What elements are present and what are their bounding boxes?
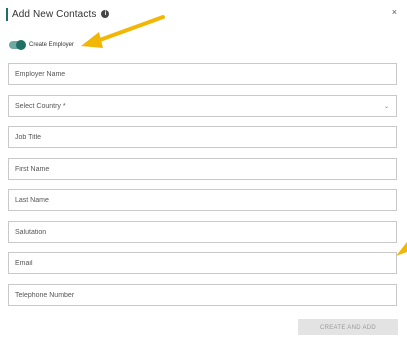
telephone-input[interactable] xyxy=(15,285,396,305)
create-and-add-button[interactable]: CREATE AND ADD xyxy=(298,319,398,335)
email-field[interactable] xyxy=(8,252,397,274)
first-name-field[interactable] xyxy=(8,158,397,180)
select-country-label: Select Country * xyxy=(15,102,66,110)
create-employer-label: Create Employer xyxy=(29,42,75,48)
create-employer-toggle[interactable] xyxy=(9,40,26,50)
first-name-input[interactable] xyxy=(15,159,396,179)
chevron-down-icon: ⌄ xyxy=(383,104,389,110)
salutation-input[interactable] xyxy=(15,222,396,242)
add-contacts-modal: Add New Contacts i × Create Employer Sel… xyxy=(0,0,407,353)
annotation-arrow-icon xyxy=(81,15,165,48)
title-accent-bar xyxy=(6,7,8,21)
annotation-arrow-icon-2 xyxy=(396,242,407,256)
last-name-field[interactable] xyxy=(8,189,397,211)
employer-name-field[interactable] xyxy=(8,63,397,85)
telephone-field[interactable] xyxy=(8,284,397,306)
job-title-field[interactable] xyxy=(8,126,397,148)
create-employer-toggle-row[interactable]: Create Employer xyxy=(9,40,75,50)
email-input[interactable] xyxy=(15,253,396,273)
last-name-input[interactable] xyxy=(15,190,396,210)
salutation-field[interactable] xyxy=(8,221,397,243)
select-country-field[interactable]: Select Country * ⌄ xyxy=(8,95,397,117)
close-icon[interactable]: × xyxy=(392,7,397,17)
employer-name-input[interactable] xyxy=(15,64,396,84)
toggle-knob xyxy=(16,40,26,50)
job-title-input[interactable] xyxy=(15,127,396,147)
